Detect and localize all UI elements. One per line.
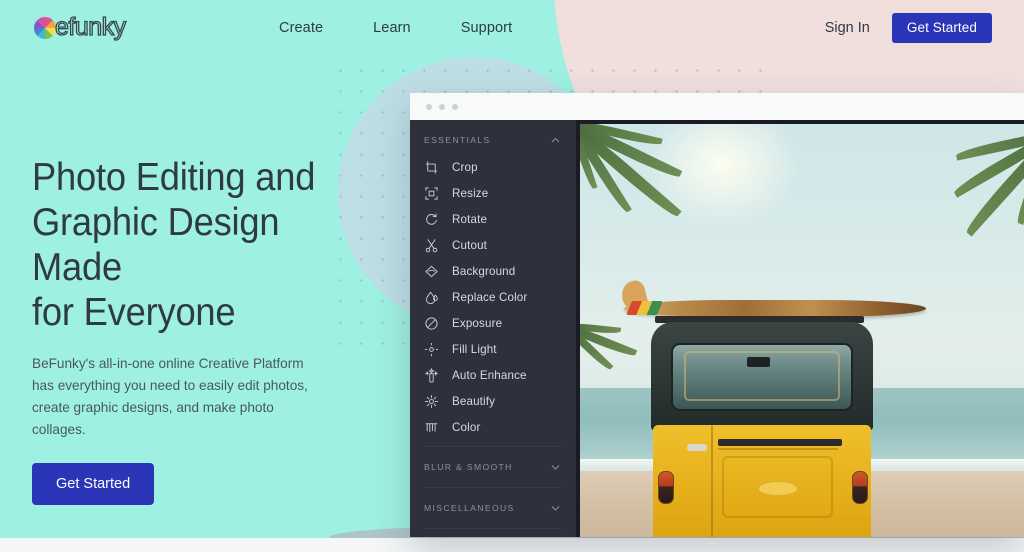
chevron-down-icon[interactable] <box>551 504 560 513</box>
app-body: ESSENTIALS Crop Resize Rotate Cutout Bac… <box>410 120 1024 537</box>
sidebar-item-background[interactable]: Background <box>410 258 576 284</box>
hero-heading: Photo Editing and Graphic Design Made fo… <box>32 155 339 335</box>
main-navigation: Create Learn Support <box>279 20 512 36</box>
get-started-button-hero[interactable]: Get Started <box>32 463 155 505</box>
chevron-up-icon[interactable] <box>551 136 560 145</box>
sidebar-item-resize[interactable]: Resize <box>410 180 576 206</box>
sidebar-divider-1 <box>424 446 562 447</box>
beautify-flower-icon <box>424 394 439 409</box>
sidebar-section-blur-smooth-label: BLUR & SMOOTH <box>424 462 513 472</box>
nav-link-support[interactable]: Support <box>461 20 513 36</box>
header-actions: Sign In Get Started <box>825 13 992 43</box>
window-dot-close[interactable] <box>426 103 432 110</box>
sidebar-divider-3 <box>424 528 562 529</box>
get-started-button-header[interactable]: Get Started <box>891 13 992 43</box>
nav-link-learn[interactable]: Learn <box>373 20 411 36</box>
sidebar-item-cutout-label: Cutout <box>452 238 488 252</box>
sidebar-item-auto-enhance[interactable]: Auto Enhance <box>410 362 576 388</box>
svg-text:efunky: efunky <box>55 13 127 41</box>
fill-light-icon <box>424 342 439 357</box>
van-rearview-mirror <box>746 357 770 368</box>
scissors-icon <box>424 238 439 253</box>
sidebar-section-essentials-label: ESSENTIALS <box>424 135 491 145</box>
color-sliders-icon <box>424 420 439 435</box>
van-taillight-right <box>851 470 868 504</box>
sidebar-section-essentials[interactable]: ESSENTIALS <box>410 126 576 154</box>
photo-sun-glow <box>642 124 803 230</box>
editor-sidebar: ESSENTIALS Crop Resize Rotate Cutout Bac… <box>410 120 576 537</box>
sidebar-item-rotate[interactable]: Rotate <box>410 206 576 232</box>
surfboard-stripes <box>625 300 663 315</box>
sidebar-item-crop-label: Crop <box>452 160 478 174</box>
sidebar-section-miscellaneous-label: MISCELLANEOUS <box>424 503 515 513</box>
sidebar-item-beautify[interactable]: Beautify <box>410 388 576 414</box>
nav-link-create[interactable]: Create <box>279 20 323 36</box>
sidebar-item-crop[interactable]: Crop <box>410 154 576 180</box>
sidebar-item-color-label: Color <box>452 420 481 434</box>
rotate-icon <box>424 212 439 227</box>
sidebar-section-miscellaneous[interactable]: MISCELLANEOUS <box>410 494 576 522</box>
sidebar-item-resize-label: Resize <box>452 186 489 200</box>
hero-heading-line-3: for Everyone <box>32 291 236 334</box>
auto-enhance-wand-icon <box>424 367 439 383</box>
sidebar-item-background-label: Background <box>452 264 516 278</box>
sidebar-item-rotate-label: Rotate <box>452 212 488 226</box>
sidebar-divider-2 <box>424 487 562 488</box>
site-header: efunky Create Learn Support Sign In Get … <box>0 0 1024 56</box>
sign-in-link[interactable]: Sign In <box>825 20 870 36</box>
van-trim-strip <box>717 439 842 446</box>
hero-heading-line-2: Graphic Design Made <box>32 201 280 289</box>
sidebar-item-replace-color[interactable]: Replace Color <box>410 284 576 310</box>
hero-section: Photo Editing and Graphic Design Made fo… <box>32 155 362 505</box>
van-rear-badge <box>757 481 798 497</box>
page-root: efunky Create Learn Support Sign In Get … <box>0 0 1024 552</box>
sidebar-item-exposure[interactable]: Exposure <box>410 310 576 336</box>
app-mockup-window: ESSENTIALS Crop Resize Rotate Cutout Bac… <box>410 93 1024 537</box>
photo-preview <box>580 124 1024 537</box>
crop-icon <box>424 160 439 175</box>
sidebar-item-fill-light[interactable]: Fill Light <box>410 336 576 362</box>
sidebar-item-auto-enhance-label: Auto Enhance <box>452 368 527 382</box>
brand-logo[interactable]: efunky <box>32 13 133 43</box>
van-door-seam-horizontal <box>717 448 838 451</box>
sidebar-section-blur-smooth[interactable]: BLUR & SMOOTH <box>410 453 576 481</box>
van-taillight-left <box>657 470 674 504</box>
sidebar-item-cutout[interactable]: Cutout <box>410 232 576 258</box>
window-titlebar <box>410 93 1024 120</box>
droplet-icon <box>424 290 439 305</box>
chevron-down-icon[interactable] <box>551 463 560 472</box>
editor-canvas[interactable] <box>576 120 1024 537</box>
window-dot-minimize[interactable] <box>439 103 445 110</box>
hero-description: BeFunky's all-in-one online Creative Pla… <box>32 356 308 437</box>
sidebar-item-color[interactable]: Color <box>410 414 576 440</box>
sidebar-item-fill-light-label: Fill Light <box>452 342 497 356</box>
sidebar-item-exposure-label: Exposure <box>452 316 503 330</box>
van-door-handle <box>686 444 707 452</box>
hero-heading-line-1: Photo Editing and <box>32 156 316 199</box>
exposure-icon <box>424 316 439 331</box>
window-dot-maximize[interactable] <box>452 103 458 110</box>
sidebar-item-beautify-label: Beautify <box>452 394 496 408</box>
sidebar-item-replace-color-label: Replace Color <box>452 290 528 304</box>
van-door-seam-vertical <box>710 425 713 537</box>
page-bottom-strip <box>0 538 1024 552</box>
background-diamond-icon <box>424 264 439 279</box>
brand-wordmark: efunky <box>55 13 133 43</box>
resize-icon <box>424 186 439 201</box>
surfboard <box>624 299 927 317</box>
